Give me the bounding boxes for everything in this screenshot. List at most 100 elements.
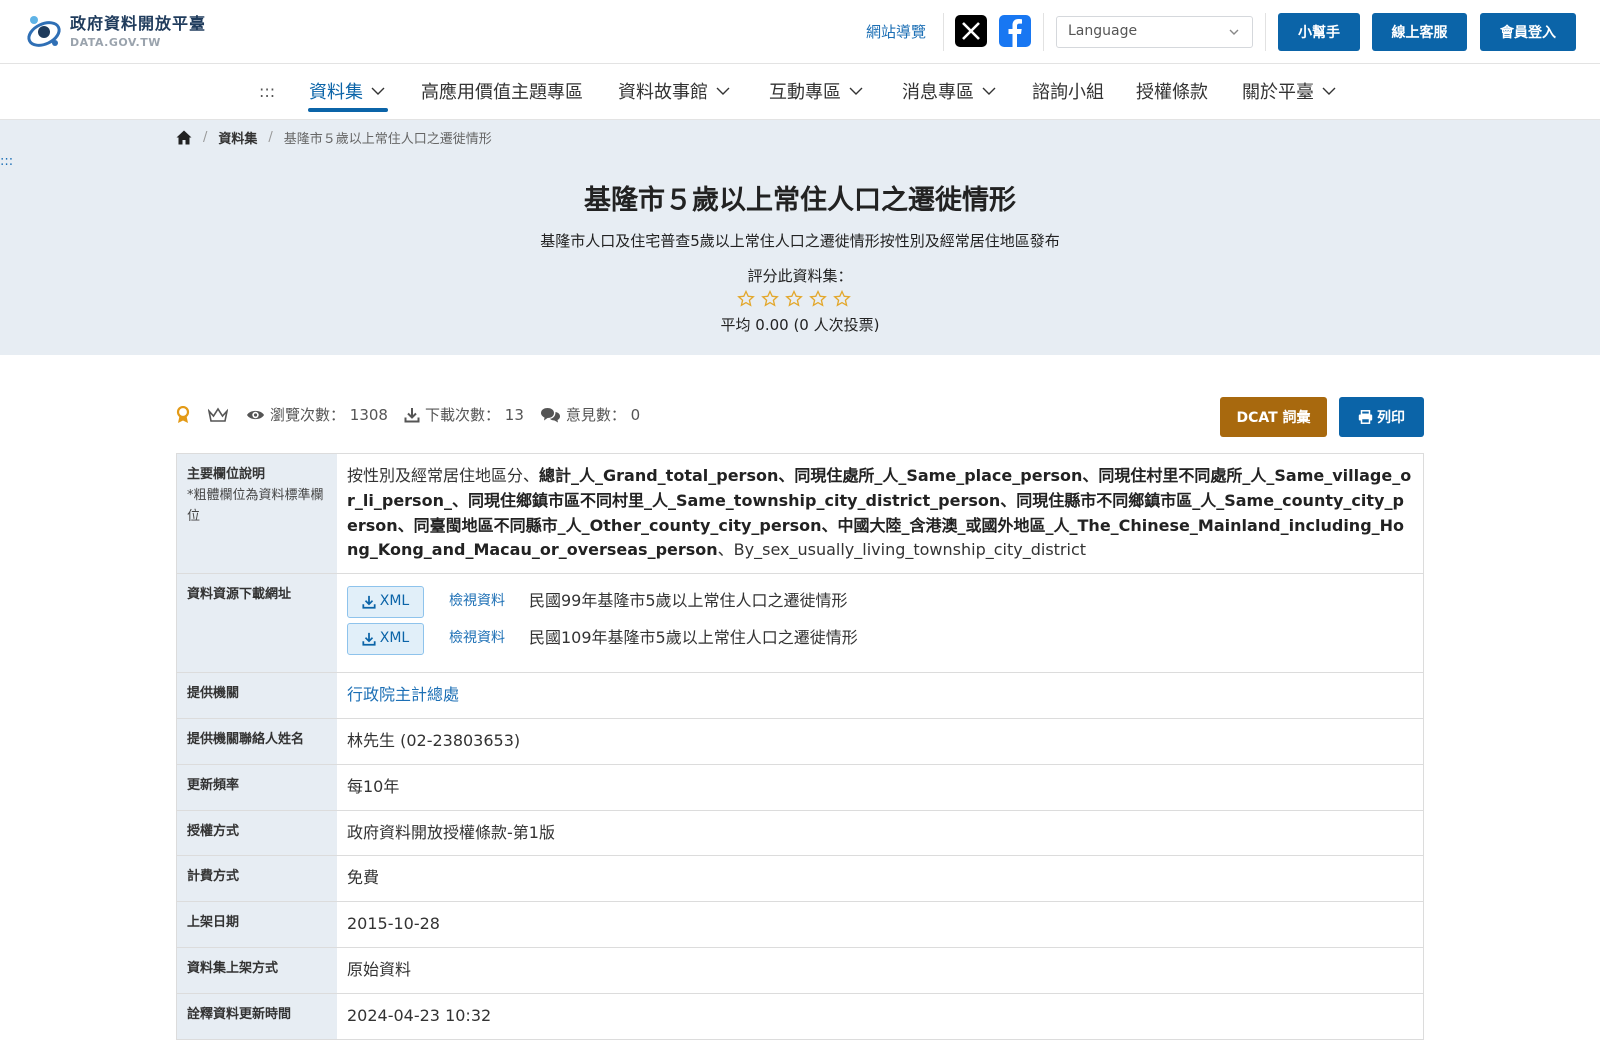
resource-item: XML 檢視資料 民國109年基隆市5歲以上常住人口之遷徙情形 <box>347 620 1413 657</box>
star-icon[interactable] <box>785 290 803 308</box>
publish-date-label: 上架日期 <box>177 902 337 947</box>
print-label: 列印 <box>1377 410 1405 426</box>
table-row: 資料集上架方式 原始資料 <box>176 947 1424 994</box>
table-row: 資料資源下載網址 XML 檢視資料 民國99年基隆市5歲以上常住人口之遷徙情形 <box>176 574 1424 674</box>
facebook-icon[interactable] <box>999 15 1031 47</box>
fields-value: 按性別及經常居住地區分、總計_人_Grand_total_person、同現住處… <box>337 454 1423 573</box>
comment-count-value: 0 <box>630 405 641 424</box>
contact-value: 林先生 (02-23803653) <box>347 730 521 750</box>
nav-item-about[interactable]: 關於平臺 <box>1242 79 1336 103</box>
download-count-value: 13 <box>504 405 524 424</box>
license-value: 政府資料開放授權條款-第1版 <box>347 822 555 842</box>
star-icon[interactable] <box>761 290 779 308</box>
nav-label: 高應用價值主題專區 <box>421 82 583 103</box>
nav-label: 消息專區 <box>902 82 974 103</box>
breadcrumb-separator: / <box>268 130 273 145</box>
nav-item-license[interactable]: 授權條款 <box>1136 79 1208 103</box>
nav-label: 授權條款 <box>1136 82 1208 103</box>
fields-suffix: 、By_sex_usually_living_township_city_dis… <box>717 540 1087 560</box>
rating-average: 平均 0.00 (0 人次投票) <box>720 316 880 334</box>
helper-button[interactable]: 小幫手 <box>1278 13 1360 51</box>
table-row: 提供機關聯絡人姓名 林先生 (02-23803653) <box>176 718 1424 765</box>
resource-name: 民國99年基隆市5歲以上常住人口之遷徙情形 <box>529 591 848 611</box>
member-login-button[interactable]: 會員登入 <box>1480 13 1576 51</box>
resource-item: XML 檢視資料 民國99年基隆市5歲以上常住人口之遷徙情形 <box>347 583 1413 620</box>
publish-method-value: 原始資料 <box>347 959 412 979</box>
metadata-updated-label: 詮釋資料更新時間 <box>177 993 337 1039</box>
chevron-down-icon <box>849 87 863 95</box>
download-icon <box>404 407 420 422</box>
table-row: 更新頻率 每10年 <box>176 764 1424 811</box>
breadcrumb-datasets-link[interactable]: 資料集 <box>218 128 257 147</box>
dataset-detail-table: 主要欄位說明 *粗體欄位為資料標準欄位 按性別及經常居住地區分、總計_人_Gra… <box>176 453 1424 1040</box>
xml-download-button[interactable]: XML <box>347 622 424 655</box>
fee-value: 免費 <box>347 868 380 888</box>
breadcrumb: / 資料集 / 基隆市５歲以上常住人口之遷徙情形 <box>176 128 492 147</box>
star-icon[interactable] <box>809 290 827 308</box>
xml-download-button[interactable]: XML <box>347 585 424 618</box>
crown-icon <box>208 407 228 422</box>
dataset-stats: 瀏覽次數： 1308 下載次數： 13 意見數： 0 <box>176 404 656 425</box>
star-icon[interactable] <box>833 290 851 308</box>
download-count-label: 下載次數： <box>424 406 500 424</box>
logo-icon <box>27 16 61 47</box>
language-select[interactable]: Language <box>1056 16 1253 48</box>
view-data-link[interactable]: 檢視資料 <box>449 591 529 613</box>
agency-link[interactable]: 行政院主計總處 <box>347 685 459 704</box>
contact-label: 提供機關聯絡人姓名 <box>177 718 337 764</box>
breadcrumb-current: 基隆市５歲以上常住人口之遷徙情形 <box>283 132 492 147</box>
fields-label: 主要欄位說明 <box>187 467 266 482</box>
nav-label: 互動專區 <box>769 82 841 103</box>
page-title: 基隆市５歲以上常住人口之遷徙情形 <box>584 185 1016 216</box>
site-logo[interactable]: 政府資料開放平臺 DATA.GOV.TW <box>24 12 206 52</box>
star-icon[interactable] <box>737 290 755 308</box>
license-label: 授權方式 <box>177 810 337 856</box>
publish-date-value: 2015-10-28 <box>347 914 440 934</box>
download-count: 下載次數： 13 <box>404 404 524 425</box>
table-row: 計費方式 免費 <box>176 856 1424 903</box>
table-row: 主要欄位說明 *粗體欄位為資料標準欄位 按性別及經常居住地區分、總計_人_Gra… <box>176 454 1424 575</box>
view-data-link[interactable]: 檢視資料 <box>449 628 529 650</box>
frequency-label: 更新頻率 <box>177 764 337 810</box>
dcat-vocabulary-button[interactable]: DCAT 詞彙 <box>1220 397 1327 437</box>
print-button[interactable]: 列印 <box>1339 397 1424 437</box>
dataset-description: 基隆市人口及住宅普查5歲以上常住人口之遷徙情形按性別及經常居住地區發布 <box>540 232 1060 250</box>
chevron-down-icon <box>371 87 385 95</box>
publish-method-label: 資料集上架方式 <box>177 947 337 993</box>
online-support-button[interactable]: 線上客服 <box>1372 13 1467 51</box>
nav-item-news[interactable]: 消息專區 <box>902 79 996 103</box>
site-header: 政府資料開放平臺 DATA.GOV.TW 網站導覽 Language 小幫手 線… <box>0 0 1600 64</box>
nav-label: 資料故事館 <box>618 82 708 103</box>
breadcrumb-separator: / <box>203 130 208 145</box>
nav-label: 諮詢小組 <box>1032 82 1104 103</box>
nav-item-advisory[interactable]: 諮詢小組 <box>1032 79 1104 103</box>
format-label: XML <box>379 629 410 646</box>
nav-accesskey[interactable]: ::: <box>259 79 275 103</box>
table-row: 詮釋資料更新時間 2024-04-23 10:32 <box>176 993 1424 1040</box>
printer-icon <box>1358 410 1373 424</box>
award-icon <box>176 405 190 423</box>
divider <box>943 13 944 51</box>
rating-stars <box>737 290 857 308</box>
nav-item-interactive[interactable]: 互動專區 <box>769 79 863 103</box>
nav-item-datasets[interactable]: 資料集 <box>309 79 385 103</box>
x-twitter-icon[interactable] <box>955 15 987 47</box>
download-icon <box>362 595 376 609</box>
divider <box>1043 13 1044 51</box>
resources-label: 資料資源下載網址 <box>177 574 337 673</box>
nav-label: 關於平臺 <box>1242 82 1314 103</box>
nav-label: 資料集 <box>309 82 363 103</box>
table-row: 授權方式 政府資料開放授權條款-第1版 <box>176 810 1424 857</box>
divider <box>1265 13 1266 51</box>
chevron-down-icon <box>1322 87 1336 95</box>
sitemap-link[interactable]: 網站導覽 <box>866 21 926 42</box>
field-label: 主要欄位說明 *粗體欄位為資料標準欄位 <box>177 454 337 574</box>
home-icon[interactable] <box>176 130 192 145</box>
nav-item-high-value[interactable]: 高應用價值主題專區 <box>421 79 583 103</box>
nav-item-stories[interactable]: 資料故事館 <box>618 79 730 103</box>
comments-icon <box>540 407 560 422</box>
view-count-value: 1308 <box>349 405 388 424</box>
nav-active-indicator <box>308 108 388 112</box>
chevron-down-icon <box>982 87 996 95</box>
content-accesskey[interactable]: ::: <box>0 154 13 169</box>
